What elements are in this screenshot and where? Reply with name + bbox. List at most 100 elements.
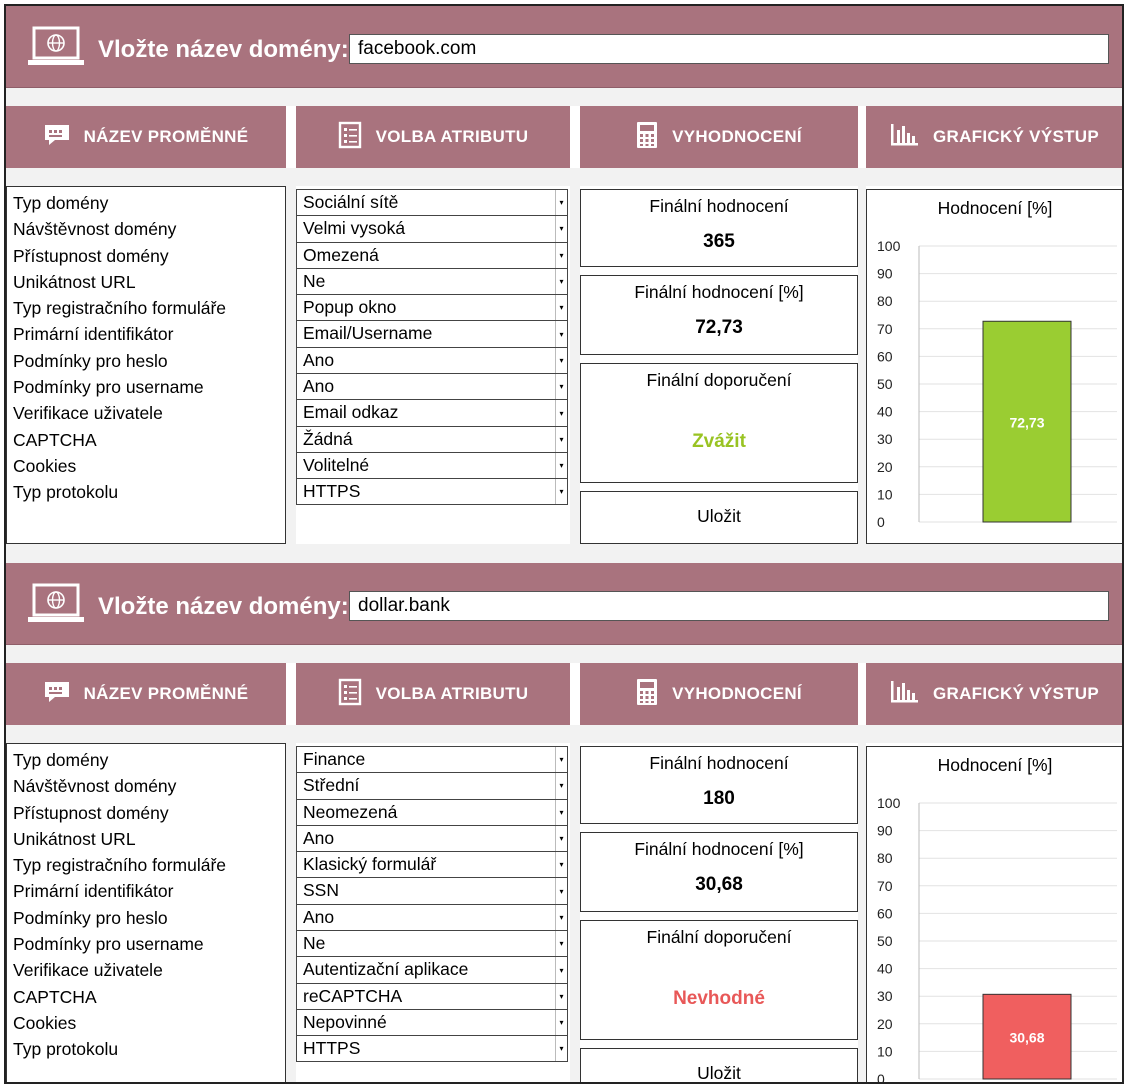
dropdown-arrow-icon[interactable]: ▾ bbox=[555, 347, 567, 374]
y-tick-label: 80 bbox=[877, 850, 893, 866]
attribute-dropdown[interactable]: Email odkaz ▾ bbox=[296, 399, 568, 426]
spacer-strip bbox=[6, 725, 1122, 743]
save-button[interactable]: Uložit bbox=[580, 1048, 858, 1082]
dropdown-arrow-icon[interactable]: ▾ bbox=[555, 374, 567, 400]
dropdown-arrow-icon[interactable]: ▾ bbox=[555, 957, 567, 983]
final-score-pct-value: 30,68 bbox=[695, 874, 743, 895]
attribute-dropdown[interactable]: Ano ▾ bbox=[296, 824, 568, 852]
save-button-label: Uložit bbox=[697, 506, 741, 526]
domain-prompt-label: Vložte název domény: bbox=[98, 593, 349, 620]
dropdown-value: Ne bbox=[303, 270, 326, 291]
attribute-dropdown[interactable]: Email/Username ▾ bbox=[296, 320, 568, 347]
attribute-dropdown[interactable]: Střední ▾ bbox=[296, 772, 568, 799]
attribute-dropdown[interactable]: Ano ▾ bbox=[296, 373, 568, 400]
final-score-value: 180 bbox=[703, 788, 735, 809]
attribute-dropdown[interactable]: Klasický formulář ▾ bbox=[296, 851, 568, 878]
domain-input-bar: Vložte název domény: bbox=[6, 6, 1122, 88]
attribute-dropdown[interactable]: Žádná ▾ bbox=[296, 425, 568, 452]
dropdown-arrow-icon[interactable]: ▾ bbox=[555, 400, 567, 426]
final-score-label: Finální hodnocení bbox=[649, 196, 789, 216]
dropdown-arrow-icon[interactable]: ▾ bbox=[555, 904, 567, 931]
rating-chart: Hodnocení [%] 100 90 80 70 60 50 40 30 20 10 0 30,68 bbox=[866, 746, 1122, 1084]
header-label: NÁZEV PROMĚNNÉ bbox=[83, 684, 249, 703]
header-evaluation: VYHODNOCENÍ bbox=[580, 106, 858, 168]
attribute-dropdown[interactable]: Popup okno ▾ bbox=[296, 294, 568, 321]
attribute-dropdown[interactable]: HTTPS ▾ bbox=[296, 1035, 568, 1062]
final-score-pct-value: 72,73 bbox=[695, 317, 743, 338]
dropdown-arrow-icon[interactable]: ▾ bbox=[555, 295, 567, 321]
column-gap bbox=[286, 743, 296, 1082]
attribute-dropdown[interactable]: Ne ▾ bbox=[296, 267, 568, 295]
save-button[interactable]: Uložit bbox=[580, 491, 858, 544]
dropdown-arrow-icon[interactable]: ▾ bbox=[555, 190, 567, 216]
header-attribute-choice: VOLBA ATRIBUTU bbox=[296, 663, 570, 725]
dropdown-arrow-icon[interactable]: ▾ bbox=[555, 747, 567, 773]
dropdown-arrow-icon[interactable]: ▾ bbox=[555, 878, 567, 904]
domain-name-input[interactable] bbox=[349, 591, 1109, 621]
attribute-dropdown[interactable]: SSN ▾ bbox=[296, 877, 568, 904]
domain-name-input[interactable] bbox=[349, 34, 1109, 64]
final-recommendation-label: Finální doporučení bbox=[646, 927, 792, 947]
y-tick-label: 40 bbox=[877, 404, 893, 420]
bar-data-label: 30,68 bbox=[1009, 1030, 1044, 1046]
header-label: VOLBA ATRIBUTU bbox=[375, 684, 529, 703]
y-tick-label: 10 bbox=[877, 486, 893, 502]
variable-name: CAPTCHA bbox=[13, 429, 97, 450]
header-graphic-output: GRAFICKÝ VÝSTUP bbox=[866, 106, 1122, 168]
attribute-dropdown[interactable]: Ne ▾ bbox=[296, 930, 568, 957]
dropdown-arrow-icon[interactable]: ▾ bbox=[555, 242, 567, 268]
dropdown-arrow-icon[interactable]: ▾ bbox=[555, 321, 567, 347]
dropdown-arrow-icon[interactable]: ▾ bbox=[555, 852, 567, 878]
column-gap bbox=[570, 743, 580, 1082]
y-tick-label: 90 bbox=[877, 823, 893, 839]
bar-chart-icon bbox=[889, 679, 919, 710]
rating-chart: Hodnocení [%] 100 90 80 70 60 50 40 30 20 10 0 72,73 bbox=[866, 189, 1122, 544]
attribute-dropdown[interactable]: HTTPS ▾ bbox=[296, 478, 568, 505]
dropdown-value: Nepovinné bbox=[303, 1011, 387, 1032]
variable-name: Podmínky pro heslo bbox=[13, 907, 168, 928]
y-tick-label: 0 bbox=[877, 1071, 885, 1084]
y-tick-label: 50 bbox=[877, 376, 893, 392]
dropdown-arrow-icon[interactable]: ▾ bbox=[555, 983, 567, 1009]
final-score-pct-label: Finální hodnocení [%] bbox=[634, 282, 804, 302]
header-label: VYHODNOCENÍ bbox=[672, 127, 802, 146]
attribute-dropdown[interactable]: Sociální sítě ▾ bbox=[296, 189, 568, 216]
dropdown-arrow-icon[interactable]: ▾ bbox=[555, 452, 567, 479]
attribute-dropdown[interactable]: Volitelné ▾ bbox=[296, 451, 568, 479]
domain-input-bar: Vložte název domény: bbox=[6, 563, 1122, 645]
dropdown-arrow-icon[interactable]: ▾ bbox=[555, 799, 567, 825]
dropdown-arrow-icon[interactable]: ▾ bbox=[555, 268, 567, 295]
y-tick-label: 10 bbox=[877, 1043, 893, 1059]
attribute-dropdown[interactable]: Finance ▾ bbox=[296, 746, 568, 773]
attribute-dropdown[interactable]: Autentizační aplikace ▾ bbox=[296, 956, 568, 983]
attribute-dropdown-list: Finance ▾ Střední ▾ Neomezená ▾ Ano ▾ Klasický f… bbox=[296, 746, 568, 1062]
variable-name: Typ registračního formuláře bbox=[13, 298, 227, 319]
dropdown-arrow-icon[interactable]: ▾ bbox=[555, 931, 567, 957]
dropdown-value: Omezená bbox=[303, 244, 379, 265]
calculator-icon bbox=[636, 678, 658, 711]
dropdown-arrow-icon[interactable]: ▾ bbox=[555, 1036, 567, 1061]
final-score-pct-box: Finální hodnocení [%] 30,68 bbox=[580, 832, 858, 912]
dropdown-value: reCAPTCHA bbox=[303, 985, 403, 1006]
attribute-dropdown[interactable]: Ano ▾ bbox=[296, 903, 568, 931]
variable-name-list: Typ domény Návštěvnost domény Přístupnost … bbox=[6, 186, 286, 544]
attribute-dropdown[interactable]: Omezená ▾ bbox=[296, 241, 568, 268]
dropdown-arrow-icon[interactable]: ▾ bbox=[555, 773, 567, 799]
dropdown-arrow-icon[interactable]: ▾ bbox=[555, 479, 567, 504]
dropdown-arrow-icon[interactable]: ▾ bbox=[555, 426, 567, 452]
dropdown-arrow-icon[interactable]: ▾ bbox=[555, 1009, 567, 1036]
header-label: GRAFICKÝ VÝSTUP bbox=[932, 684, 1100, 703]
dropdown-arrow-icon[interactable]: ▾ bbox=[555, 825, 567, 852]
attribute-dropdown[interactable]: Neomezená ▾ bbox=[296, 798, 568, 825]
y-tick-label: 20 bbox=[877, 459, 893, 475]
dropdown-arrow-icon[interactable]: ▾ bbox=[555, 216, 567, 242]
attribute-dropdown[interactable]: Ano ▾ bbox=[296, 346, 568, 374]
attribute-dropdown[interactable]: reCAPTCHA ▾ bbox=[296, 982, 568, 1009]
calculator-icon bbox=[636, 121, 658, 154]
attribute-dropdown[interactable]: Nepovinné ▾ bbox=[296, 1008, 568, 1036]
dropdown-value: Velmi vysoká bbox=[303, 218, 406, 239]
header-variable-name: NÁZEV PROMĚNNÉ bbox=[6, 663, 286, 725]
variable-name-list: Typ domény Návštěvnost domény Přístupnost … bbox=[6, 743, 286, 1082]
attribute-dropdown[interactable]: Velmi vysoká ▾ bbox=[296, 215, 568, 242]
y-tick-label: 30 bbox=[877, 988, 893, 1004]
